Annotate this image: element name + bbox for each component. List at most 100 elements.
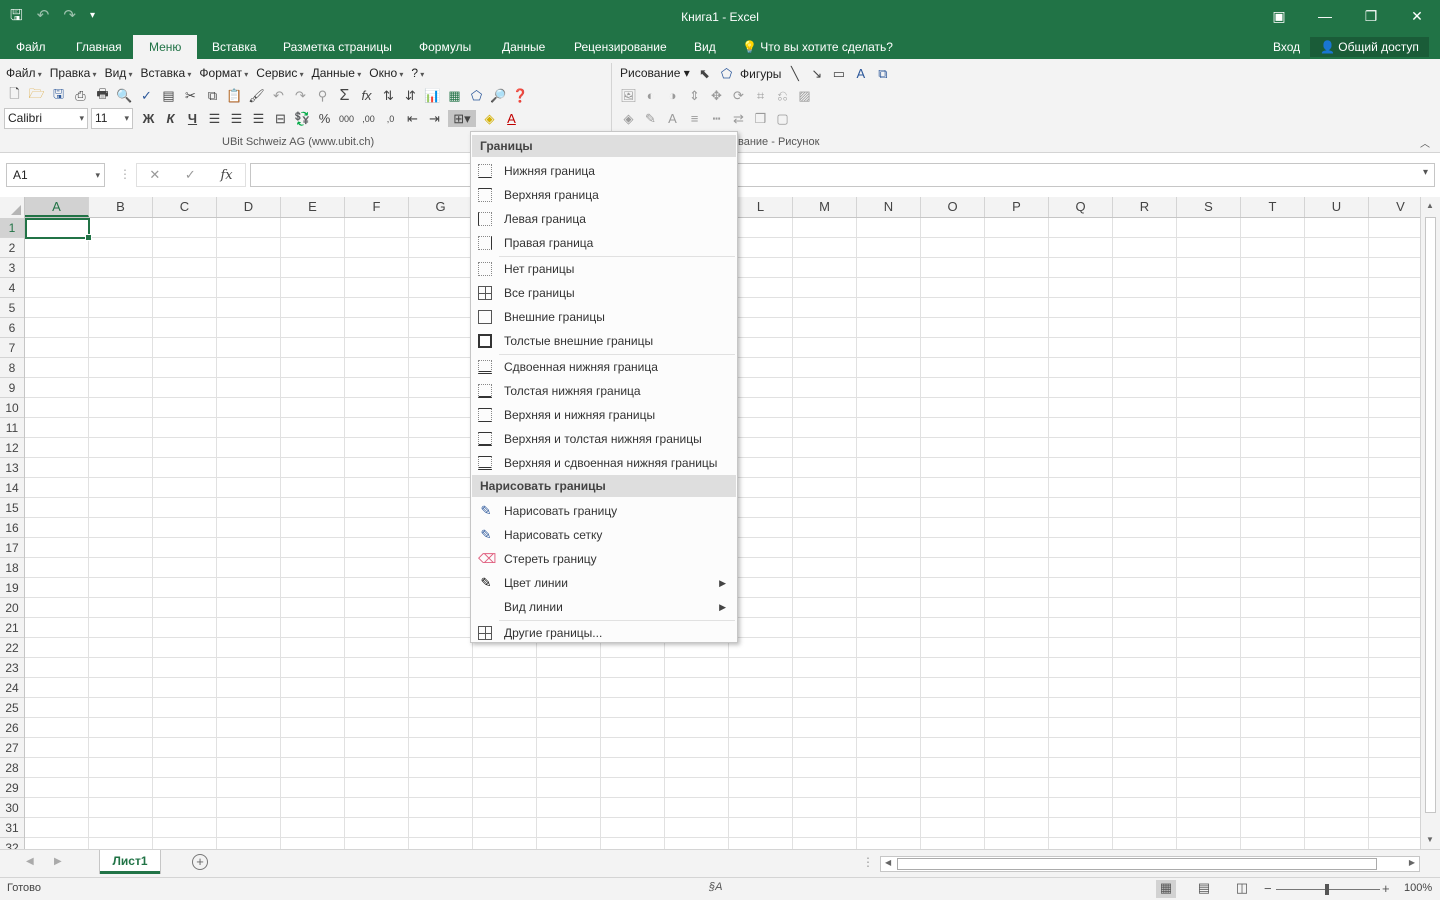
thousands-icon[interactable]: 000 — [338, 110, 355, 127]
move-icon[interactable]: ✥ — [708, 87, 725, 104]
menu-item[interactable]: ✎ Цвет линии ▶ — [472, 571, 736, 595]
row-header[interactable]: 12 — [0, 438, 24, 458]
drawing-menu[interactable]: Рисование ▾ — [620, 66, 690, 80]
zoom-out-icon[interactable]: − — [1264, 881, 1272, 896]
menu-item[interactable]: Правая граница — [472, 231, 736, 255]
compress-icon[interactable]: ⇕ — [686, 87, 703, 104]
sort-desc-icon[interactable]: ⇵ — [402, 87, 419, 104]
font-name-box[interactable]: Calibri — [4, 108, 88, 129]
column-header[interactable]: Q — [1049, 197, 1113, 217]
text-color-icon[interactable]: A — [664, 110, 681, 127]
insert-function-icon[interactable]: fx — [220, 168, 232, 183]
column-header[interactable]: U — [1305, 197, 1369, 217]
row-header[interactable]: 29 — [0, 778, 24, 798]
shadow-icon[interactable]: ❒ — [752, 110, 769, 127]
column-header[interactable]: M — [793, 197, 857, 217]
row-header[interactable]: 1 — [0, 218, 24, 238]
new-file-icon[interactable]: 🗋 — [6, 86, 23, 104]
tab-8[interactable]: Вид — [678, 35, 732, 59]
menu-item-4[interactable]: Формат — [199, 66, 248, 80]
menu-item[interactable]: ⌫ Стереть границу — [472, 547, 736, 571]
italic-icon[interactable]: К — [162, 110, 179, 127]
align-center-icon[interactable]: ☰ — [228, 110, 245, 127]
drawing-icon[interactable]: ▦ — [446, 87, 463, 104]
permission-icon[interactable]: ⎙ — [72, 87, 89, 104]
row-header[interactable]: 10 — [0, 398, 24, 418]
row-header[interactable]: 14 — [0, 478, 24, 498]
vertical-scrollbar[interactable]: ▲ ▼ — [1420, 197, 1440, 849]
spelling-icon[interactable]: ✓ — [138, 87, 155, 104]
line-style-icon[interactable]: ≡ — [686, 110, 703, 127]
wordart-icon[interactable]: A — [852, 65, 869, 82]
paste-icon[interactable]: 📋 — [226, 87, 243, 104]
row-header[interactable]: 26 — [0, 718, 24, 738]
enter-icon[interactable]: ✓ — [185, 167, 196, 183]
row-header[interactable]: 25 — [0, 698, 24, 718]
menu-item[interactable]: Нет границы — [472, 257, 736, 281]
menu-item[interactable]: Внешние границы — [472, 305, 736, 329]
scroll-left-icon[interactable]: ◀ — [885, 858, 891, 867]
formula-input[interactable] — [250, 163, 1435, 187]
tab-6[interactable]: Данные — [486, 35, 561, 59]
save-icon[interactable]: 🖫 — [50, 86, 67, 104]
menu-item[interactable]: Левая граница — [472, 207, 736, 231]
autosum-icon[interactable]: Σ — [336, 87, 353, 104]
zoom-icon[interactable]: 🔎 — [490, 87, 507, 104]
contrast-icon[interactable]: ◐ — [642, 87, 659, 104]
tab-7[interactable]: Рецензирование — [558, 35, 683, 59]
column-header[interactable]: R — [1113, 197, 1177, 217]
menu-item[interactable]: Все границы — [472, 281, 736, 305]
tab-3[interactable]: Вставка — [196, 35, 273, 59]
research-icon[interactable]: ▤ — [160, 87, 177, 104]
column-header[interactable]: O — [921, 197, 985, 217]
select-all-corner[interactable] — [0, 197, 25, 218]
menu-item[interactable]: Верхняя граница — [472, 183, 736, 207]
redo-icon[interactable]: ↷ — [292, 87, 309, 104]
column-header[interactable]: L — [729, 197, 793, 217]
column-header[interactable]: V — [1369, 197, 1420, 217]
menu-item[interactable]: Сдвоенная нижняя граница — [472, 355, 736, 379]
row-header[interactable]: 32 — [0, 838, 24, 849]
row-header[interactable]: 23 — [0, 658, 24, 678]
undo-icon[interactable]: ↶ — [270, 87, 287, 104]
minimize-icon[interactable]: — — [1302, 0, 1348, 32]
menu-item-5[interactable]: Сервис — [256, 66, 303, 80]
share-button[interactable]: 👤 Общий доступ — [1310, 37, 1429, 57]
shapes-label[interactable]: Фигуры — [740, 67, 781, 81]
menu-item-7[interactable]: Окно — [369, 66, 403, 80]
tab-5[interactable]: Формулы — [403, 35, 487, 59]
row-header[interactable]: 2 — [0, 238, 24, 258]
format-picture-icon[interactable]: ▨ — [796, 87, 813, 104]
align-right-icon[interactable]: ☰ — [250, 110, 267, 127]
next-sheet-icon[interactable]: ▶ — [54, 856, 62, 867]
cancel-icon[interactable]: ✕ — [149, 167, 160, 183]
zoom-knob[interactable] — [1325, 884, 1329, 895]
decrease-indent-icon[interactable]: ⇤ — [404, 110, 421, 127]
column-header[interactable]: E — [281, 197, 345, 217]
column-header[interactable]: N — [857, 197, 921, 217]
collapse-ribbon-icon[interactable]: ︿ — [1420, 135, 1430, 150]
rotate-icon[interactable]: ⟳ — [730, 87, 747, 104]
zoom-slider[interactable]: − + — [1264, 881, 1394, 897]
ribbon-display-icon[interactable]: ▣ — [1256, 0, 1302, 32]
row-header[interactable]: 17 — [0, 538, 24, 558]
hyperlink-icon[interactable]: ⚲ — [314, 87, 331, 104]
bold-icon[interactable]: Ж — [140, 110, 157, 127]
column-header[interactable]: S — [1177, 197, 1241, 217]
name-box[interactable]: A1 — [6, 163, 105, 187]
format-painter-icon[interactable]: 🖌 — [248, 87, 265, 104]
row-header[interactable]: 16 — [0, 518, 24, 538]
column-header[interactable]: T — [1241, 197, 1305, 217]
menu-item[interactable]: Верхняя и сдвоенная нижняя границы — [472, 451, 736, 475]
menu-item-1[interactable]: Правка — [50, 66, 97, 80]
menu-item-3[interactable]: Вставка — [141, 66, 192, 80]
currency-icon[interactable]: 💱 — [294, 110, 311, 127]
textbox-icon[interactable]: ▭ — [830, 65, 847, 82]
column-header[interactable]: B — [89, 197, 153, 217]
tab-0[interactable]: Файл — [0, 35, 62, 59]
3d-icon[interactable]: ▢ — [774, 110, 791, 127]
row-header[interactable]: 21 — [0, 618, 24, 638]
menu-item[interactable]: ✎ Нарисовать сетку — [472, 523, 736, 547]
page-layout-view-icon[interactable]: ▤ — [1194, 880, 1214, 898]
merge-center-icon[interactable]: ⊟ — [272, 110, 289, 127]
